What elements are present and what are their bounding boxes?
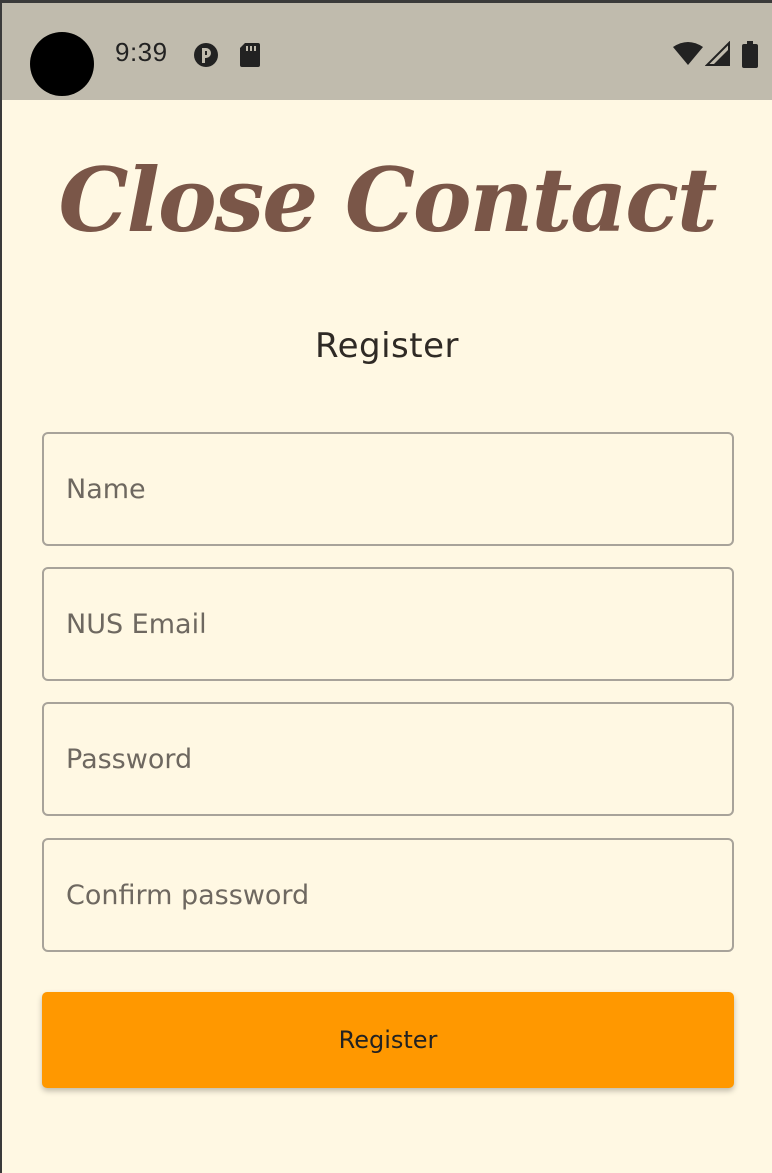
- camera-cutout: [30, 32, 94, 96]
- page-title: Register: [315, 326, 459, 366]
- sd-card-icon: [238, 41, 262, 73]
- data-saver-icon: [192, 41, 220, 73]
- battery-icon: [741, 41, 759, 73]
- wifi-icon: [672, 41, 704, 71]
- name-field[interactable]: [42, 432, 734, 546]
- app-logo: Close Contact: [58, 148, 718, 252]
- confirm-password-field[interactable]: [42, 838, 734, 952]
- cell-signal-icon: [704, 40, 731, 71]
- status-bar: 9:39: [2, 0, 772, 100]
- email-field[interactable]: [42, 567, 734, 681]
- register-button[interactable]: Register: [42, 992, 734, 1088]
- status-time: 9:39: [115, 37, 168, 67]
- phone-screen: 9:39 Close Contact Register Name NUS Ema…: [2, 0, 772, 1173]
- password-field[interactable]: [42, 702, 734, 816]
